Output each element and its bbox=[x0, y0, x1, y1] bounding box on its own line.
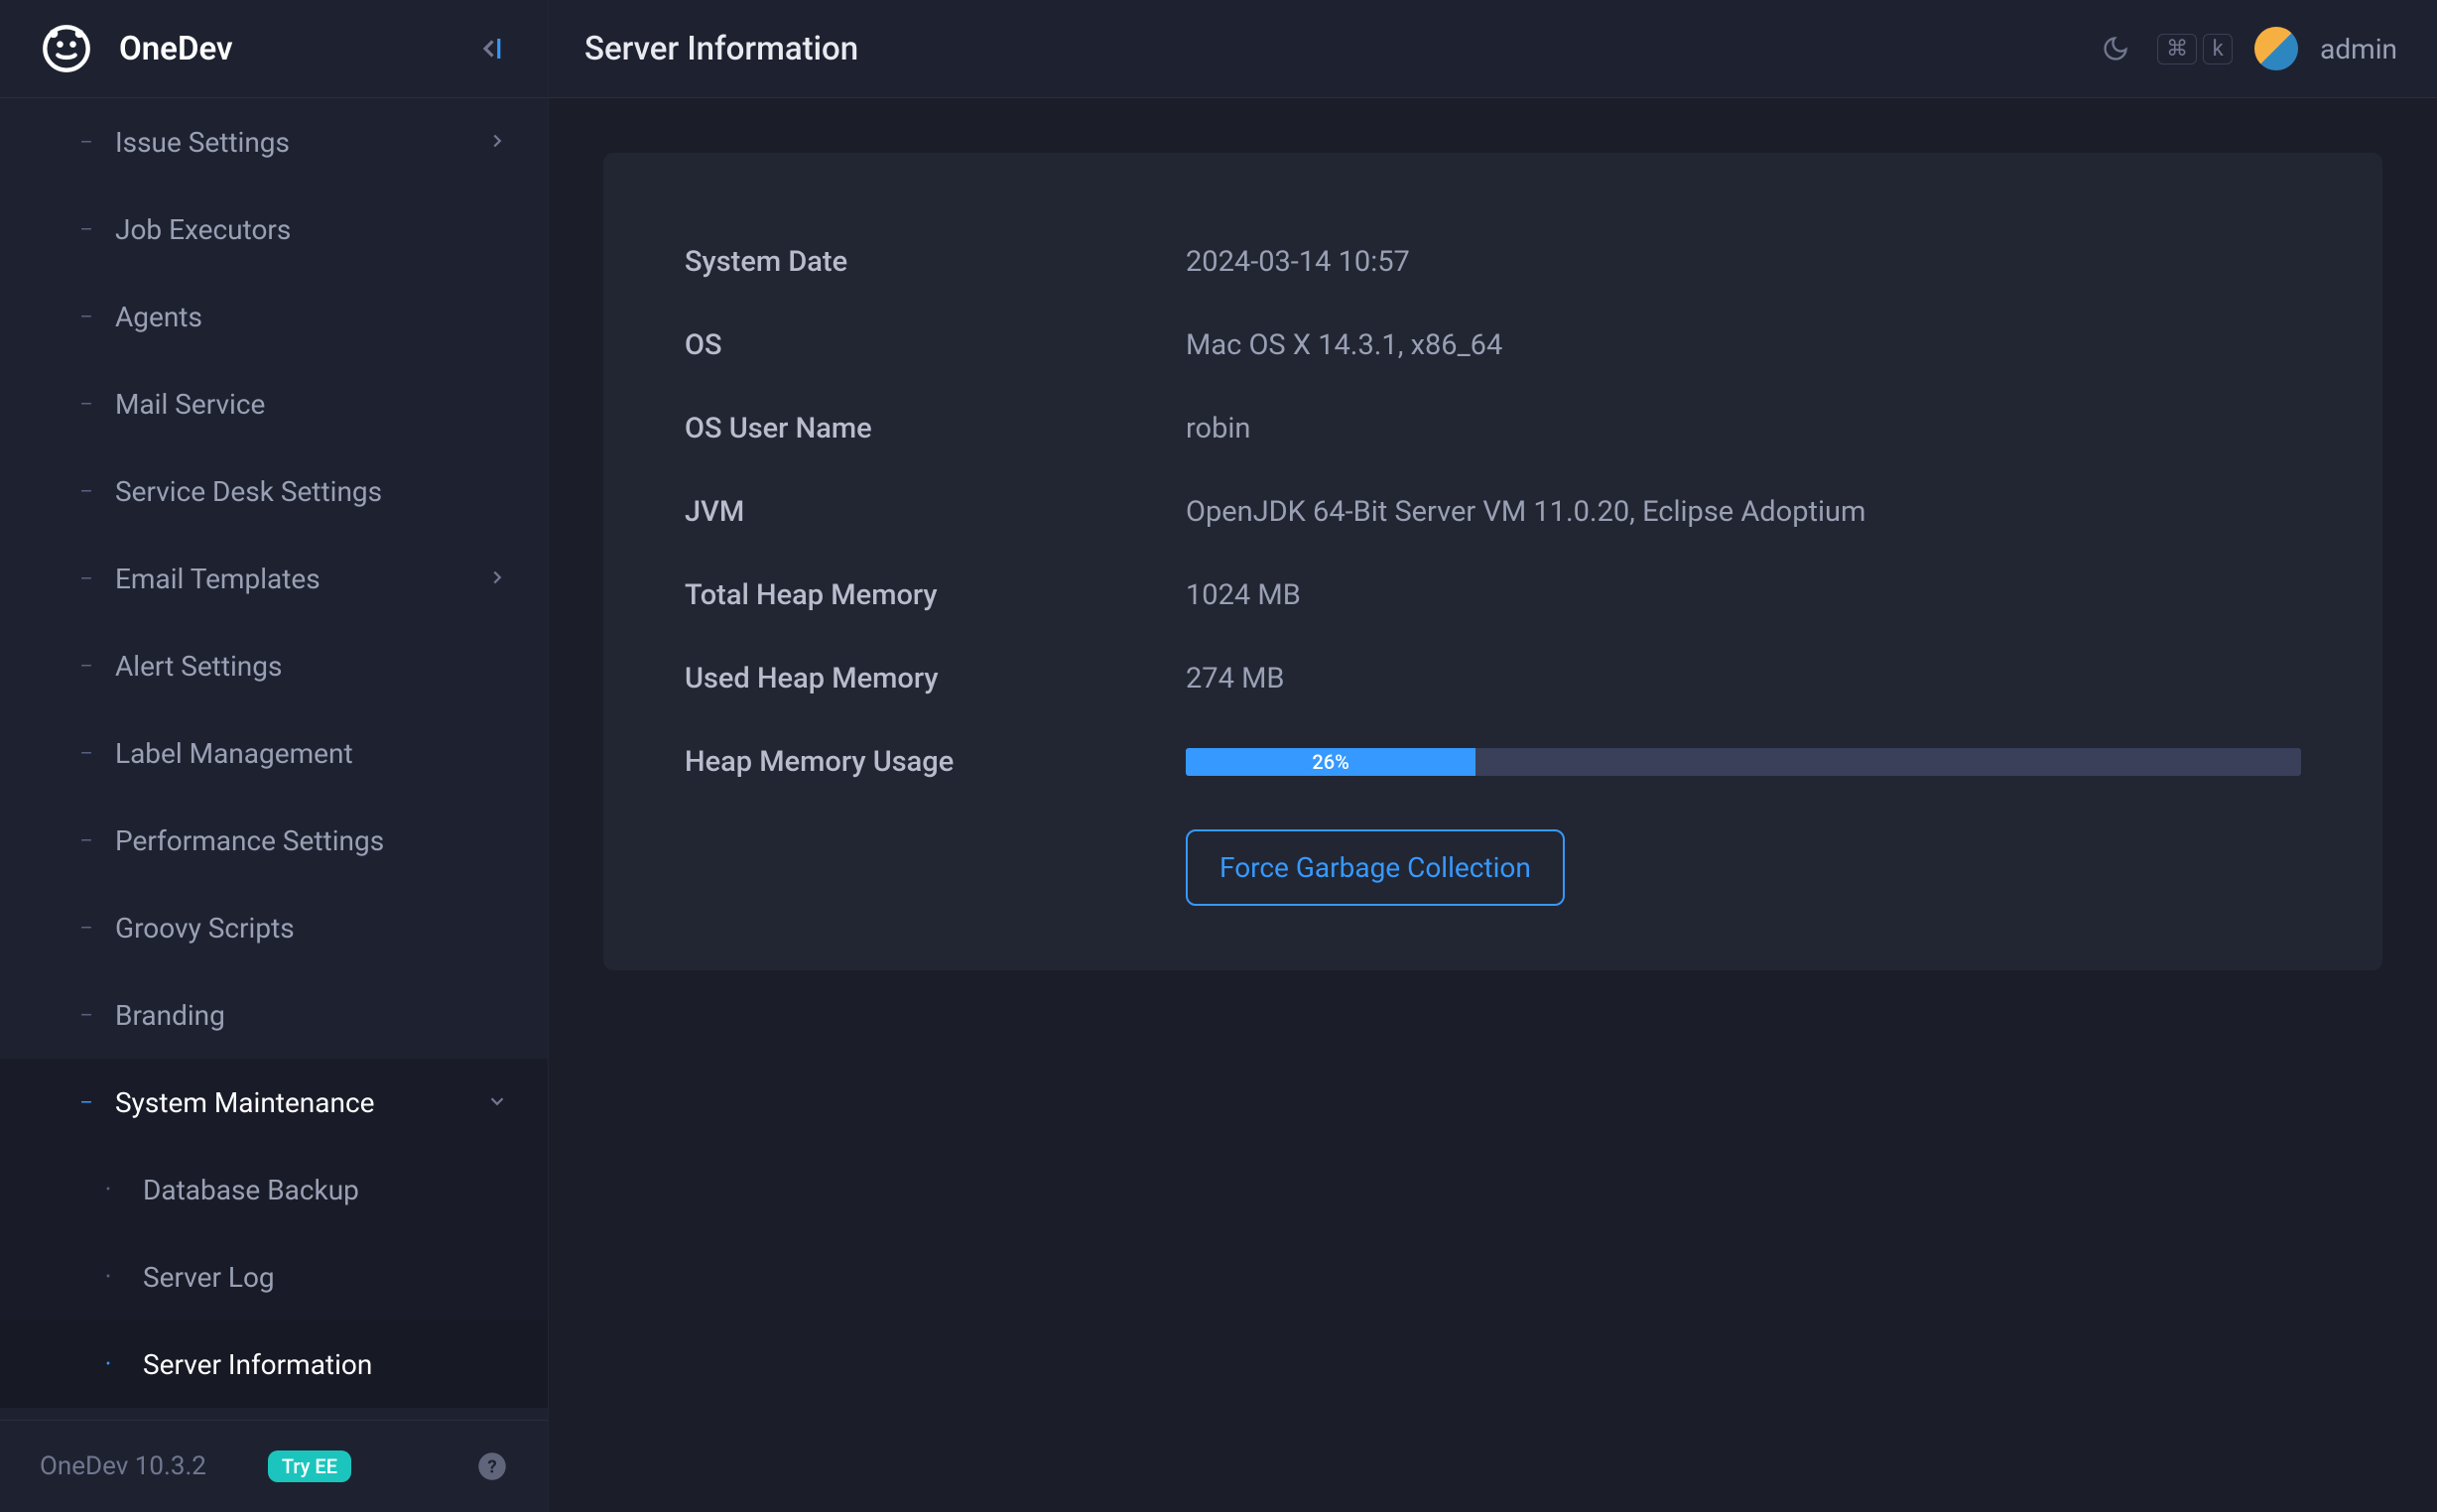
sidebar: OneDev –Issue Settings–Job Executors–Age… bbox=[0, 0, 549, 1512]
dark-mode-icon[interactable] bbox=[2096, 29, 2135, 68]
page-title: Server Information bbox=[584, 30, 858, 68]
svg-text:?: ? bbox=[487, 1455, 496, 1477]
info-label: System Date bbox=[685, 245, 1186, 279]
info-row: Total Heap Memory1024 MB bbox=[685, 554, 2301, 637]
action-row: Force Garbage Collection bbox=[685, 804, 2301, 906]
bullet-icon: – bbox=[77, 828, 95, 852]
main: Server Information ⌘ k admin System Date… bbox=[549, 0, 2437, 1512]
info-row: System Date2024-03-14 10:57 bbox=[685, 220, 2301, 304]
sidebar-subnav: • Database Backup • Server Log • Server Infor… bbox=[0, 1146, 548, 1408]
sidebar-item-label: Email Templates bbox=[115, 563, 462, 595]
sidebar-item-label: Issue Settings bbox=[115, 126, 462, 159]
sidebar-item-label: System Maintenance bbox=[115, 1086, 462, 1119]
sidebar-item-agents[interactable]: –Agents bbox=[0, 273, 548, 360]
sidebar-item-label: Performance Settings bbox=[115, 824, 508, 857]
sidebar-item-issue-settings[interactable]: –Issue Settings bbox=[0, 98, 548, 186]
chevron-down-icon bbox=[486, 1086, 508, 1119]
topbar: Server Information ⌘ k admin bbox=[549, 0, 2437, 98]
info-value: robin bbox=[1186, 412, 2301, 445]
heap-usage-progress: 26% bbox=[1186, 748, 2301, 776]
info-value: 2024-03-14 10:57 bbox=[1186, 245, 2301, 279]
sidebar-nav: –Issue Settings–Job Executors–Agents–Mai… bbox=[0, 98, 548, 1420]
sidebar-item-label: Alert Settings bbox=[115, 650, 508, 683]
chevron-right-icon bbox=[486, 126, 508, 159]
sidebar-item-label: Job Executors bbox=[115, 213, 508, 246]
brand-logo-icon bbox=[40, 22, 93, 75]
sidebar-item-branding[interactable]: –Branding bbox=[0, 971, 548, 1059]
heap-usage-label: Heap Memory Usage bbox=[685, 745, 1186, 779]
sidebar-item-label: Agents bbox=[115, 301, 508, 333]
chevron-right-icon bbox=[486, 563, 508, 595]
bullet-icon: – bbox=[77, 1003, 95, 1027]
sidebar-item-email-templates[interactable]: –Email Templates bbox=[0, 535, 548, 622]
sidebar-item-groovy-scripts[interactable]: –Groovy Scripts bbox=[0, 884, 548, 971]
info-row: OS User Namerobin bbox=[685, 387, 2301, 470]
dot-icon: • bbox=[99, 1356, 117, 1372]
sidebar-subitem-database-backup[interactable]: • Database Backup bbox=[0, 1146, 548, 1233]
heap-usage-row: Heap Memory Usage 26% bbox=[685, 720, 2301, 804]
dot-icon: • bbox=[99, 1269, 117, 1285]
info-value: OpenJDK 64-Bit Server VM 11.0.20, Eclips… bbox=[1186, 495, 2301, 529]
bullet-icon: – bbox=[77, 741, 95, 765]
sidebar-item-mail-service[interactable]: –Mail Service bbox=[0, 360, 548, 447]
sidebar-item-performance-settings[interactable]: –Performance Settings bbox=[0, 797, 548, 884]
bullet-icon: – bbox=[77, 479, 95, 503]
sidebar-subitem-label: Server Log bbox=[143, 1261, 508, 1294]
sidebar-subitem-server-information[interactable]: • Server Information bbox=[0, 1321, 548, 1408]
info-label: OS User Name bbox=[685, 412, 1186, 445]
info-panel: System Date2024-03-14 10:57OSMac OS X 14… bbox=[603, 153, 2382, 970]
heap-usage-progress-bar: 26% bbox=[1186, 748, 1475, 776]
dot-icon: • bbox=[99, 1182, 117, 1197]
bullet-icon: – bbox=[77, 654, 95, 678]
sidebar-item-label: Branding bbox=[115, 999, 508, 1032]
kbd-cmd: ⌘ bbox=[2157, 34, 2197, 64]
info-value: 1024 MB bbox=[1186, 578, 2301, 612]
sidebar-item-label-management[interactable]: –Label Management bbox=[0, 709, 548, 797]
sidebar-subitem-server-log[interactable]: • Server Log bbox=[0, 1233, 548, 1321]
sidebar-item-label: Service Desk Settings bbox=[115, 475, 508, 508]
bullet-icon: – bbox=[77, 567, 95, 590]
help-icon[interactable]: ? bbox=[476, 1450, 508, 1482]
sidebar-collapse-icon[interactable] bbox=[472, 31, 508, 66]
sidebar-subitem-label: Server Information bbox=[143, 1348, 508, 1381]
kbd-k: k bbox=[2203, 34, 2233, 64]
info-label: Used Heap Memory bbox=[685, 662, 1186, 695]
brand-name[interactable]: OneDev bbox=[119, 30, 233, 68]
info-row: OSMac OS X 14.3.1, x86_64 bbox=[685, 304, 2301, 387]
bullet-icon: – bbox=[77, 130, 95, 154]
username[interactable]: admin bbox=[2320, 33, 2397, 65]
sidebar-footer: OneDev 10.3.2 Try EE ? bbox=[0, 1420, 548, 1512]
topbar-right: ⌘ k admin bbox=[2096, 27, 2397, 70]
sidebar-item-system-maintenance[interactable]: –System Maintenance bbox=[0, 1059, 548, 1146]
bullet-icon: – bbox=[77, 392, 95, 416]
sidebar-item-job-executors[interactable]: –Job Executors bbox=[0, 186, 548, 273]
info-value: 274 MB bbox=[1186, 662, 2301, 695]
info-label: Total Heap Memory bbox=[685, 578, 1186, 612]
info-row: Used Heap Memory274 MB bbox=[685, 637, 2301, 720]
info-value: Mac OS X 14.3.1, x86_64 bbox=[1186, 328, 2301, 362]
command-palette-shortcut[interactable]: ⌘ k bbox=[2157, 34, 2233, 64]
force-gc-button[interactable]: Force Garbage Collection bbox=[1186, 829, 1565, 906]
avatar[interactable] bbox=[2254, 27, 2298, 70]
content: System Date2024-03-14 10:57OSMac OS X 14… bbox=[549, 98, 2437, 1512]
sidebar-item-label: Groovy Scripts bbox=[115, 912, 508, 945]
bullet-icon: – bbox=[77, 916, 95, 940]
version-text: OneDev 10.3.2 bbox=[40, 1451, 206, 1481]
sidebar-item-alert-settings[interactable]: –Alert Settings bbox=[0, 622, 548, 709]
sidebar-subitem-label: Database Backup bbox=[143, 1174, 508, 1206]
bullet-icon: – bbox=[77, 1090, 95, 1114]
try-ee-badge[interactable]: Try EE bbox=[268, 1450, 351, 1482]
sidebar-item-service-desk-settings[interactable]: –Service Desk Settings bbox=[0, 447, 548, 535]
sidebar-item-label: Label Management bbox=[115, 737, 508, 770]
bullet-icon: – bbox=[77, 217, 95, 241]
sidebar-item-label: Mail Service bbox=[115, 388, 508, 421]
info-row: JVMOpenJDK 64-Bit Server VM 11.0.20, Ecl… bbox=[685, 470, 2301, 554]
info-label: OS bbox=[685, 328, 1186, 362]
bullet-icon: – bbox=[77, 305, 95, 328]
sidebar-header: OneDev bbox=[0, 0, 548, 98]
info-label: JVM bbox=[685, 495, 1186, 529]
